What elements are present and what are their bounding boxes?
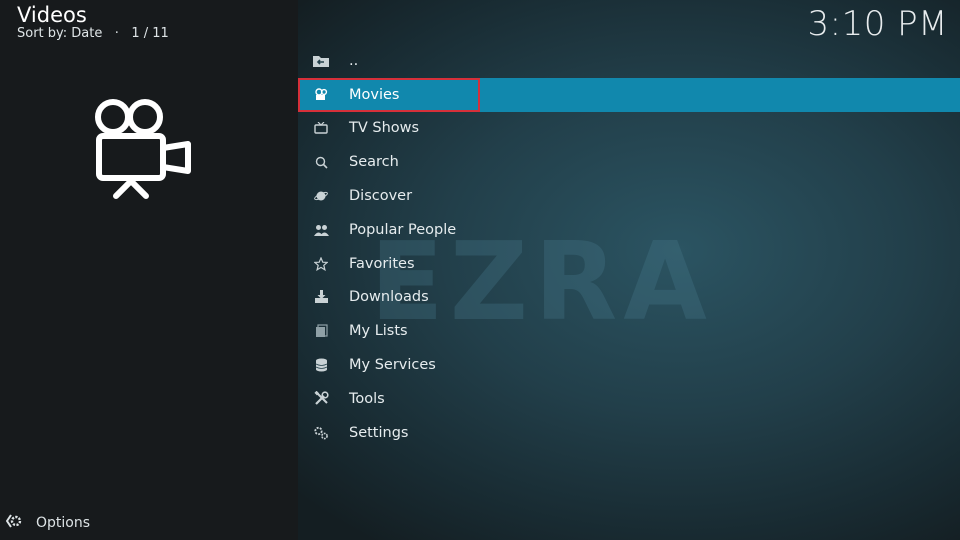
- list-item-my-services[interactable]: My Services: [298, 348, 960, 382]
- separator-dot: ·: [106, 26, 128, 41]
- list-item-downloads[interactable]: Downloads: [298, 281, 960, 315]
- list-item-tv-shows[interactable]: TV Shows: [298, 112, 960, 146]
- list-item-label: Popular People: [349, 221, 457, 238]
- video-camera-icon: [90, 96, 195, 201]
- page-title: Videos: [17, 3, 87, 27]
- list-item-label: Search: [349, 154, 399, 171]
- planet-icon: [312, 187, 330, 205]
- download-icon: [312, 288, 330, 306]
- list-item-settings[interactable]: Settings: [298, 416, 960, 450]
- list-item-movies[interactable]: Movies: [298, 77, 960, 112]
- search-icon: [312, 153, 330, 171]
- list-item-parent-folder[interactable]: ..: [298, 44, 960, 78]
- database-icon: [312, 356, 330, 374]
- list-item-label: ..: [349, 52, 359, 69]
- item-position: 1 / 11: [131, 26, 169, 41]
- folder-back-icon: [312, 52, 330, 70]
- lists-icon: [312, 322, 330, 340]
- list-item-discover[interactable]: Discover: [298, 179, 960, 213]
- list-item-search[interactable]: Search: [298, 145, 960, 179]
- list-item-label: Downloads: [349, 289, 429, 306]
- list-item-popular-people[interactable]: Popular People: [298, 213, 960, 247]
- list-item-label: TV Shows: [349, 120, 420, 137]
- list-item-label: Settings: [349, 424, 409, 441]
- list-item-label: Tools: [349, 390, 385, 407]
- list-item-label: Discover: [349, 188, 413, 205]
- menu-list: .. Movies TV Shows Search Discover Popul…: [298, 44, 960, 450]
- list-item-favorites[interactable]: Favorites: [298, 247, 960, 281]
- list-item-label: My Services: [349, 357, 436, 374]
- list-item-label: Movies: [349, 86, 400, 103]
- sort-info[interactable]: Sort by: Date · 1 / 11: [17, 26, 169, 41]
- film-reel-icon: [312, 86, 330, 104]
- star-icon: [312, 255, 330, 273]
- list-item-tools[interactable]: Tools: [298, 382, 960, 416]
- list-item-my-lists[interactable]: My Lists: [298, 314, 960, 348]
- options-label: Options: [36, 515, 91, 531]
- tv-icon: [312, 119, 330, 137]
- tools-icon: [312, 390, 330, 408]
- sort-label: Sort by: Date: [17, 26, 103, 41]
- people-icon: [312, 221, 330, 239]
- options-icon: [5, 512, 24, 534]
- left-panel: [0, 0, 298, 540]
- clock: 3:10 PM: [807, 4, 948, 44]
- options-button[interactable]: Options: [5, 512, 91, 534]
- list-item-label: Favorites: [349, 255, 415, 272]
- list-item-label: My Lists: [349, 323, 408, 340]
- gears-icon: [312, 424, 330, 442]
